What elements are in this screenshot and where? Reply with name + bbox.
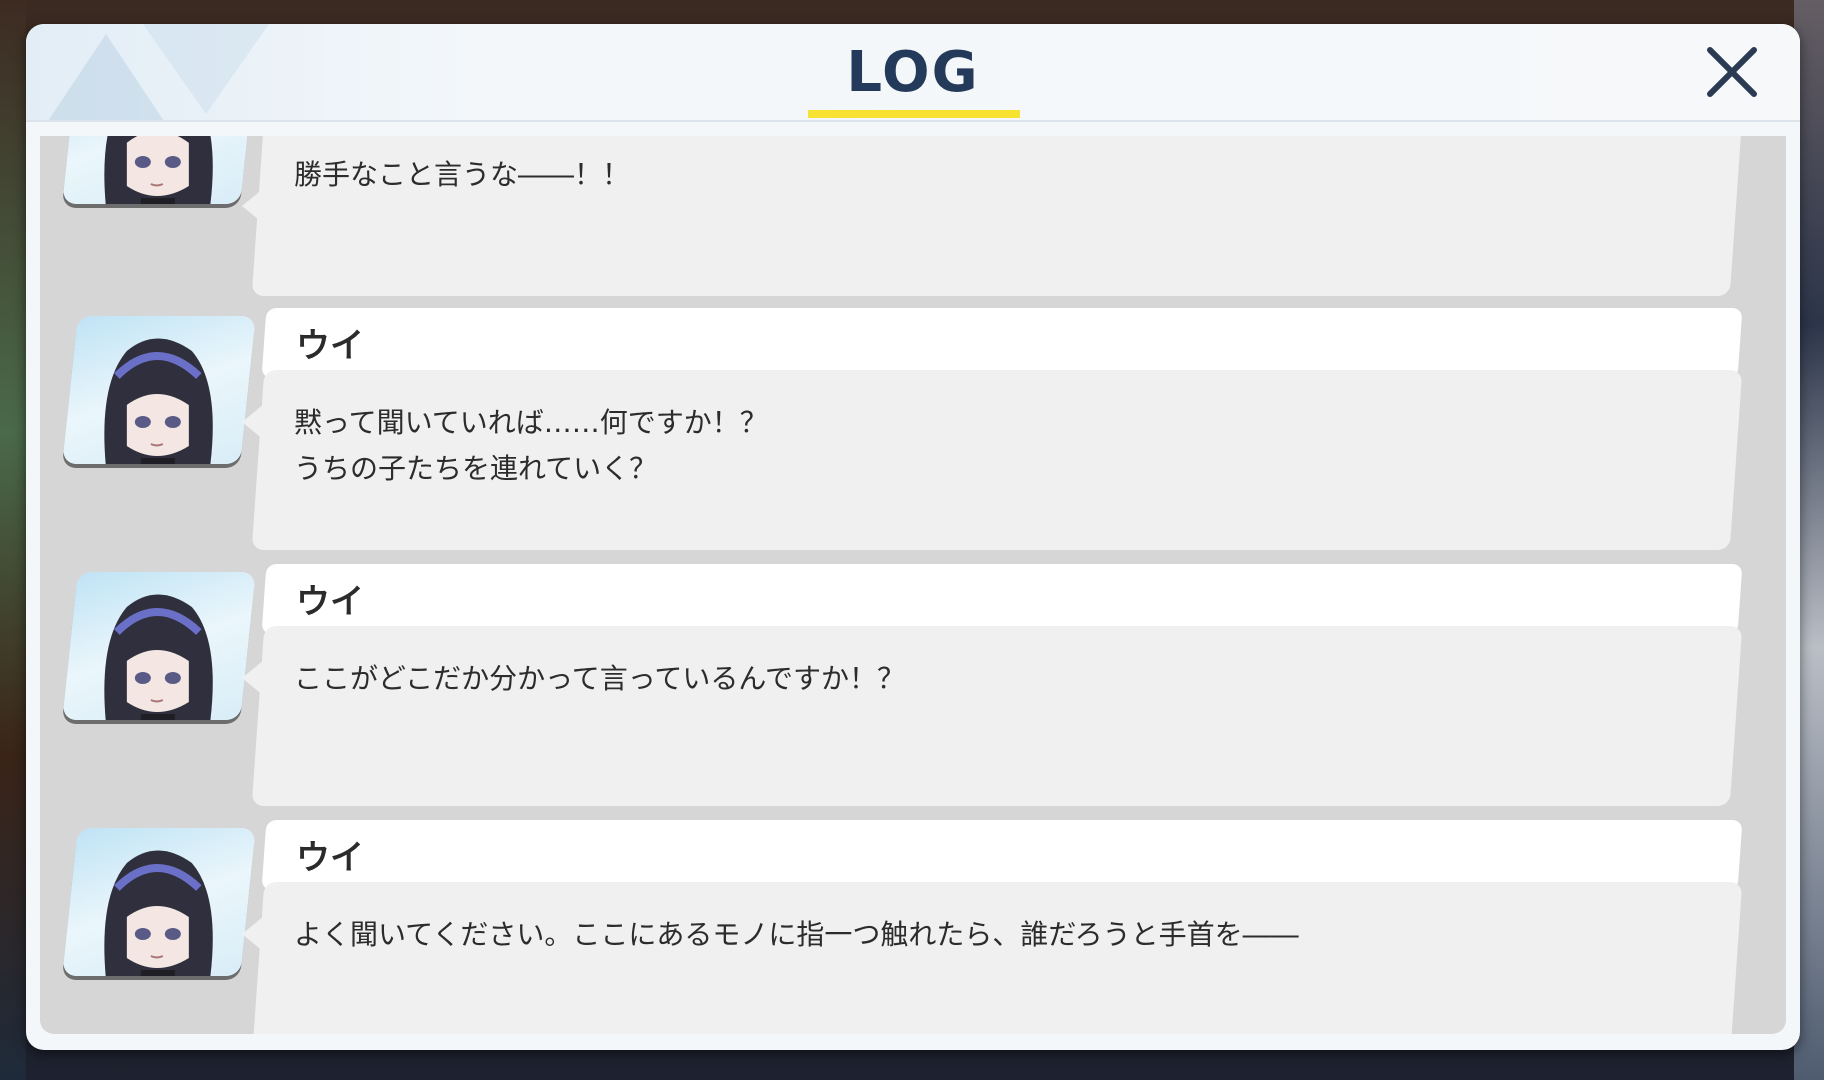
- character-portrait: [62, 136, 256, 204]
- character-portrait: [62, 828, 256, 976]
- close-button[interactable]: [1700, 40, 1764, 104]
- log-entry: 勝手なこと言うな――！！: [40, 136, 1786, 312]
- speaker-name: ウイ: [296, 838, 364, 878]
- speaker-name: ウイ: [296, 582, 364, 622]
- title-underline: [808, 110, 1020, 118]
- bubble-tail: [242, 188, 264, 224]
- log-entry: ウイ よく聞いてください。ここにあるモノに指一つ触れたら、誰だろうと手首を――: [40, 820, 1786, 1034]
- dialog-bubble: [251, 882, 1743, 1034]
- bubble-tail: [242, 660, 264, 696]
- character-portrait-icon: [104, 338, 213, 464]
- character-portrait-icon: [104, 594, 213, 720]
- dialog-text: ここがどこだか分かって言っているんですか！？: [294, 662, 905, 695]
- log-header: LOG: [26, 24, 1800, 122]
- close-icon: [1707, 47, 1757, 97]
- bubble-tail: [242, 916, 264, 952]
- log-list[interactable]: 勝手なこと言うな――！！ ウイ 黙って聞いていれば……何ですか！？ うちの子たち…: [40, 136, 1786, 1034]
- log-entry: ウイ 黙って聞いていれば……何ですか！？ うちの子たちを連れていく？: [40, 308, 1786, 564]
- character-portrait: [62, 572, 256, 720]
- dialog-text: 勝手なこと言うな――！！: [294, 158, 631, 191]
- log-window: LOG 勝手なこと言うな――！！ ウイ 黙って聞いていれば……何ですか！？ うち…: [26, 24, 1800, 1050]
- background-left: [0, 0, 26, 1080]
- character-portrait-icon: [104, 136, 213, 204]
- speaker-name-plate: [261, 564, 1743, 634]
- character-portrait-icon: [104, 850, 213, 976]
- dialog-text: よく聞いてください。ここにあるモノに指一つ触れたら、誰だろうと手首を――: [294, 918, 1299, 951]
- dialog-text: 黙って聞いていれば……何ですか！？ うちの子たちを連れていく？: [294, 406, 768, 485]
- log-entry: ウイ ここがどこだか分かって言っているんですか！？: [40, 564, 1786, 820]
- speaker-name-plate: [261, 308, 1743, 378]
- log-title: LOG: [846, 40, 980, 105]
- speaker-name: ウイ: [296, 326, 364, 366]
- dialog-bubble: [251, 626, 1743, 806]
- bubble-tail: [242, 404, 264, 440]
- character-portrait: [62, 316, 256, 464]
- speaker-name-plate: [261, 820, 1743, 890]
